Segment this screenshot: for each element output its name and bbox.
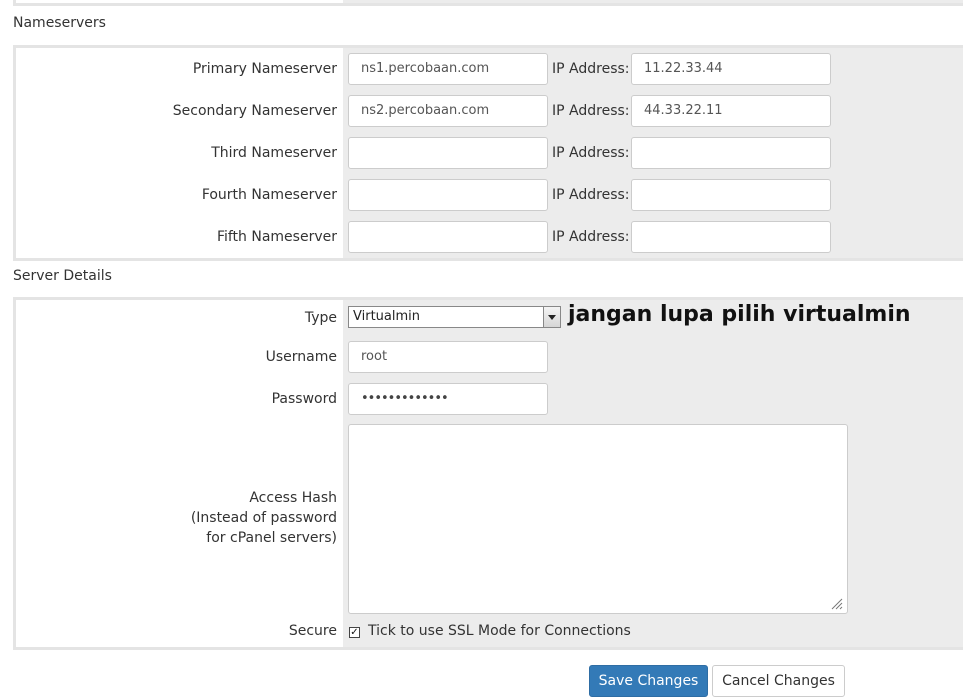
type-label: Type xyxy=(304,310,337,326)
server-details-table: Type Virtualmin jangan lupa pilih virtua… xyxy=(13,297,963,650)
server-type-select[interactable]: Virtualmin xyxy=(348,306,561,328)
secondary-nameserver-input[interactable]: ns2.percobaan.com xyxy=(348,95,548,127)
username-input[interactable]: root xyxy=(348,341,548,373)
save-changes-button[interactable]: Save Changes xyxy=(589,665,708,697)
password-label: Password xyxy=(271,391,337,407)
fifth-ip-input[interactable] xyxy=(631,221,831,253)
nameserver-row-primary: Primary Nameserver ns1.percobaan.com IP … xyxy=(16,48,963,90)
fourth-nameserver-label: Fourth Nameserver xyxy=(201,187,337,203)
nameservers-title: Nameservers xyxy=(13,15,106,31)
primary-ip-input[interactable]: 11.22.33.44 xyxy=(631,53,831,85)
secure-row: Secure ✓ Tick to use SSL Mode for Connec… xyxy=(16,618,963,647)
access-hash-row: Access Hash (Instead of password for cPa… xyxy=(16,420,963,618)
annotation-note: jangan lupa pilih virtualmin xyxy=(568,302,911,327)
ssl-checkbox[interactable]: ✓ xyxy=(349,627,360,638)
fourth-ip-input[interactable] xyxy=(631,179,831,211)
third-nameserver-label: Third Nameserver xyxy=(211,145,337,161)
access-hash-textarea[interactable] xyxy=(348,424,848,614)
access-hash-label-line-3: for cPanel servers) xyxy=(206,530,337,546)
nameserver-row-fourth: Fourth Nameserver IP Address: xyxy=(16,174,963,216)
password-row: Password ••••••••••••• xyxy=(16,378,963,420)
third-nameserver-input[interactable] xyxy=(348,137,548,169)
dropdown-arrow-icon[interactable] xyxy=(543,307,560,327)
fourth-nameserver-input[interactable] xyxy=(348,179,548,211)
access-hash-label: Access Hash (Instead of password for cPa… xyxy=(16,488,337,548)
nameserver-row-secondary: Secondary Nameserver ns2.percobaan.com I… xyxy=(16,90,963,132)
server-details-title: Server Details xyxy=(13,268,112,284)
type-row: Type Virtualmin jangan lupa pilih virtua… xyxy=(16,300,963,336)
third-ip-label: IP Address: xyxy=(552,145,630,161)
secure-label: Secure xyxy=(288,623,337,639)
nameservers-table: Primary Nameserver ns1.percobaan.com IP … xyxy=(13,45,963,261)
ssl-checkbox-label[interactable]: Tick to use SSL Mode for Connections xyxy=(368,623,631,639)
nameserver-row-fifth: Fifth Nameserver IP Address: xyxy=(16,216,963,258)
checkmark-icon: ✓ xyxy=(350,627,359,638)
server-type-selected: Virtualmin xyxy=(353,309,420,324)
fifth-nameserver-label: Fifth Nameserver xyxy=(216,229,337,245)
username-label: Username xyxy=(265,349,337,365)
primary-nameserver-label: Primary Nameserver xyxy=(192,61,337,77)
fourth-ip-label: IP Address: xyxy=(552,187,630,203)
fifth-nameserver-input[interactable] xyxy=(348,221,548,253)
secondary-ip-label: IP Address: xyxy=(552,103,630,119)
access-hash-label-line-2: (Instead of password xyxy=(190,510,337,526)
primary-ip-label: IP Address: xyxy=(552,61,630,77)
previous-section-bottom xyxy=(13,0,963,6)
resize-grip-icon[interactable] xyxy=(831,598,843,610)
username-row: Username root xyxy=(16,336,963,378)
access-hash-label-line-1: Access Hash xyxy=(249,490,337,506)
cancel-changes-button[interactable]: Cancel Changes xyxy=(712,665,845,697)
secondary-ip-input[interactable]: 44.33.22.11 xyxy=(631,95,831,127)
nameserver-row-third: Third Nameserver IP Address: xyxy=(16,132,963,174)
third-ip-input[interactable] xyxy=(631,137,831,169)
fifth-ip-label: IP Address: xyxy=(552,229,630,245)
primary-nameserver-input[interactable]: ns1.percobaan.com xyxy=(348,53,548,85)
password-input[interactable]: ••••••••••••• xyxy=(348,383,548,415)
secondary-nameserver-label: Secondary Nameserver xyxy=(172,103,337,119)
